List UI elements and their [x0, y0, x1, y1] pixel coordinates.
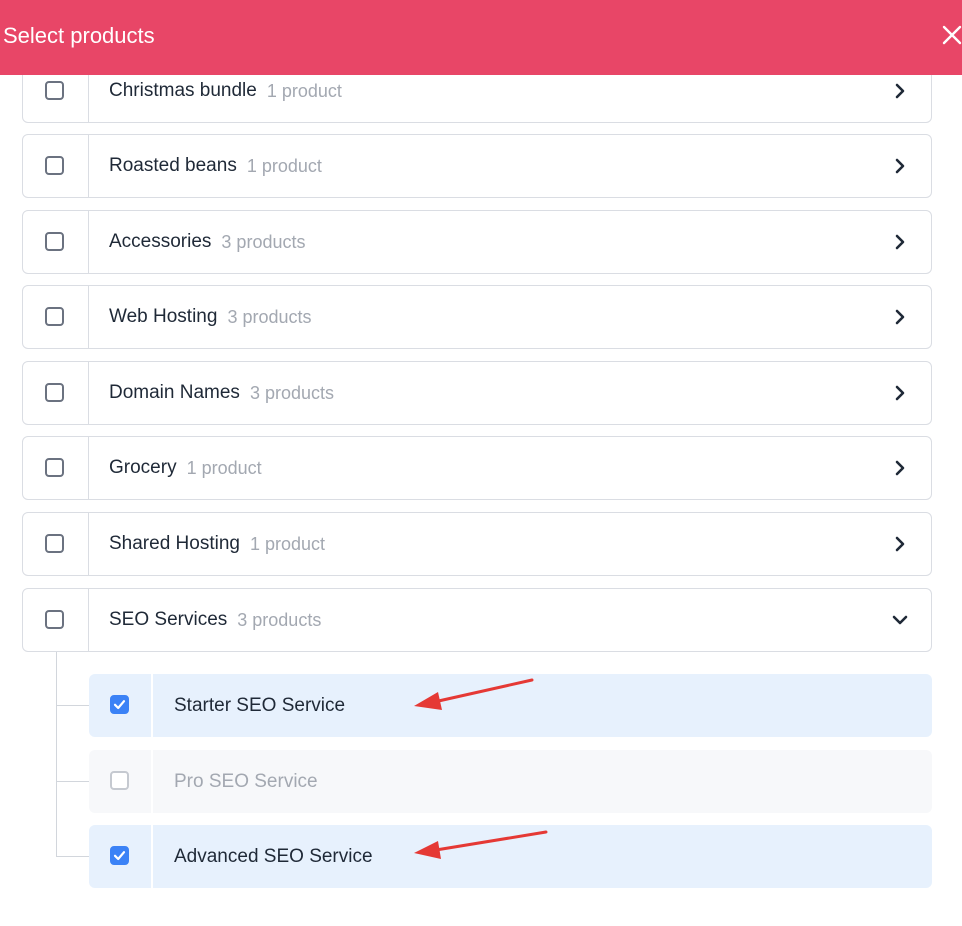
checkmark-icon: [113, 851, 126, 861]
category-count: 1 product: [249, 533, 326, 554]
category-name: Shared Hosting: [109, 533, 240, 554]
tree-connector: [56, 781, 89, 782]
product-name: Starter SEO Service: [174, 694, 346, 716]
tree-connector: [56, 705, 89, 706]
close-icon[interactable]: [940, 20, 962, 50]
category-checkbox[interactable]: [45, 610, 64, 629]
category-checkbox[interactable]: [45, 232, 64, 251]
product-checkbox[interactable]: [110, 695, 129, 714]
chevron-right-icon[interactable]: [891, 308, 909, 326]
category-checkbox[interactable]: [45, 307, 64, 326]
category-name: Domain Names: [109, 382, 240, 403]
product-checkbox: [110, 771, 129, 790]
category-row-domain-names[interactable]: Domain Names 3 products: [22, 361, 932, 425]
category-count: 1 product: [266, 80, 342, 101]
chevron-right-icon[interactable]: [891, 535, 909, 553]
category-checkbox[interactable]: [45, 458, 64, 477]
chevron-right-icon[interactable]: [891, 459, 909, 477]
modal-title: Select products: [3, 23, 155, 48]
category-count: 3 products: [249, 382, 334, 403]
category-count: 1 product: [186, 457, 262, 478]
select-products-modal: Christmas bundle 1 product Roasted beans…: [0, 0, 962, 926]
category-row-roasted-beans[interactable]: Roasted beans 1 product: [22, 134, 932, 198]
category-row-shared-hosting[interactable]: Shared Hosting 1 product: [22, 512, 932, 576]
modal-header: Select products: [0, 0, 962, 75]
category-name: Web Hosting: [109, 306, 218, 327]
category-name: Christmas bundle: [109, 80, 257, 101]
category-checkbox[interactable]: [45, 383, 64, 402]
category-name: Grocery: [109, 457, 177, 478]
category-row-web-hosting[interactable]: Web Hosting 3 products: [22, 285, 932, 349]
tree-connector: [56, 652, 57, 857]
product-row-advanced-seo-service[interactable]: Advanced SEO Service: [89, 825, 932, 888]
category-row-accessories[interactable]: Accessories 3 products: [22, 210, 932, 274]
category-list: Christmas bundle 1 product Roasted beans…: [0, 0, 962, 926]
category-checkbox[interactable]: [45, 81, 64, 100]
category-count: 3 products: [221, 231, 306, 252]
category-row-seo-services[interactable]: SEO Services 3 products: [22, 588, 932, 652]
tree-connector: [56, 856, 89, 857]
product-name: Advanced SEO Service: [174, 845, 373, 867]
category-checkbox[interactable]: [45, 156, 64, 175]
product-name: Pro SEO Service: [174, 770, 318, 792]
chevron-down-icon[interactable]: [891, 611, 909, 629]
chevron-right-icon[interactable]: [891, 82, 909, 100]
product-row-pro-seo-service: Pro SEO Service: [89, 750, 932, 813]
category-name: Roasted beans: [109, 155, 237, 176]
product-checkbox[interactable]: [110, 846, 129, 865]
checkmark-icon: [113, 700, 126, 710]
chevron-right-icon[interactable]: [891, 157, 909, 175]
category-count: 1 product: [246, 155, 322, 176]
category-row-grocery[interactable]: Grocery 1 product: [22, 436, 932, 500]
chevron-right-icon[interactable]: [891, 384, 909, 402]
category-checkbox[interactable]: [45, 534, 64, 553]
chevron-right-icon[interactable]: [891, 233, 909, 251]
category-count: 3 products: [227, 306, 312, 327]
category-name: SEO Services: [109, 609, 228, 630]
category-name: Accessories: [109, 231, 212, 252]
product-row-starter-seo-service[interactable]: Starter SEO Service: [89, 674, 932, 737]
category-count: 3 products: [237, 609, 322, 630]
